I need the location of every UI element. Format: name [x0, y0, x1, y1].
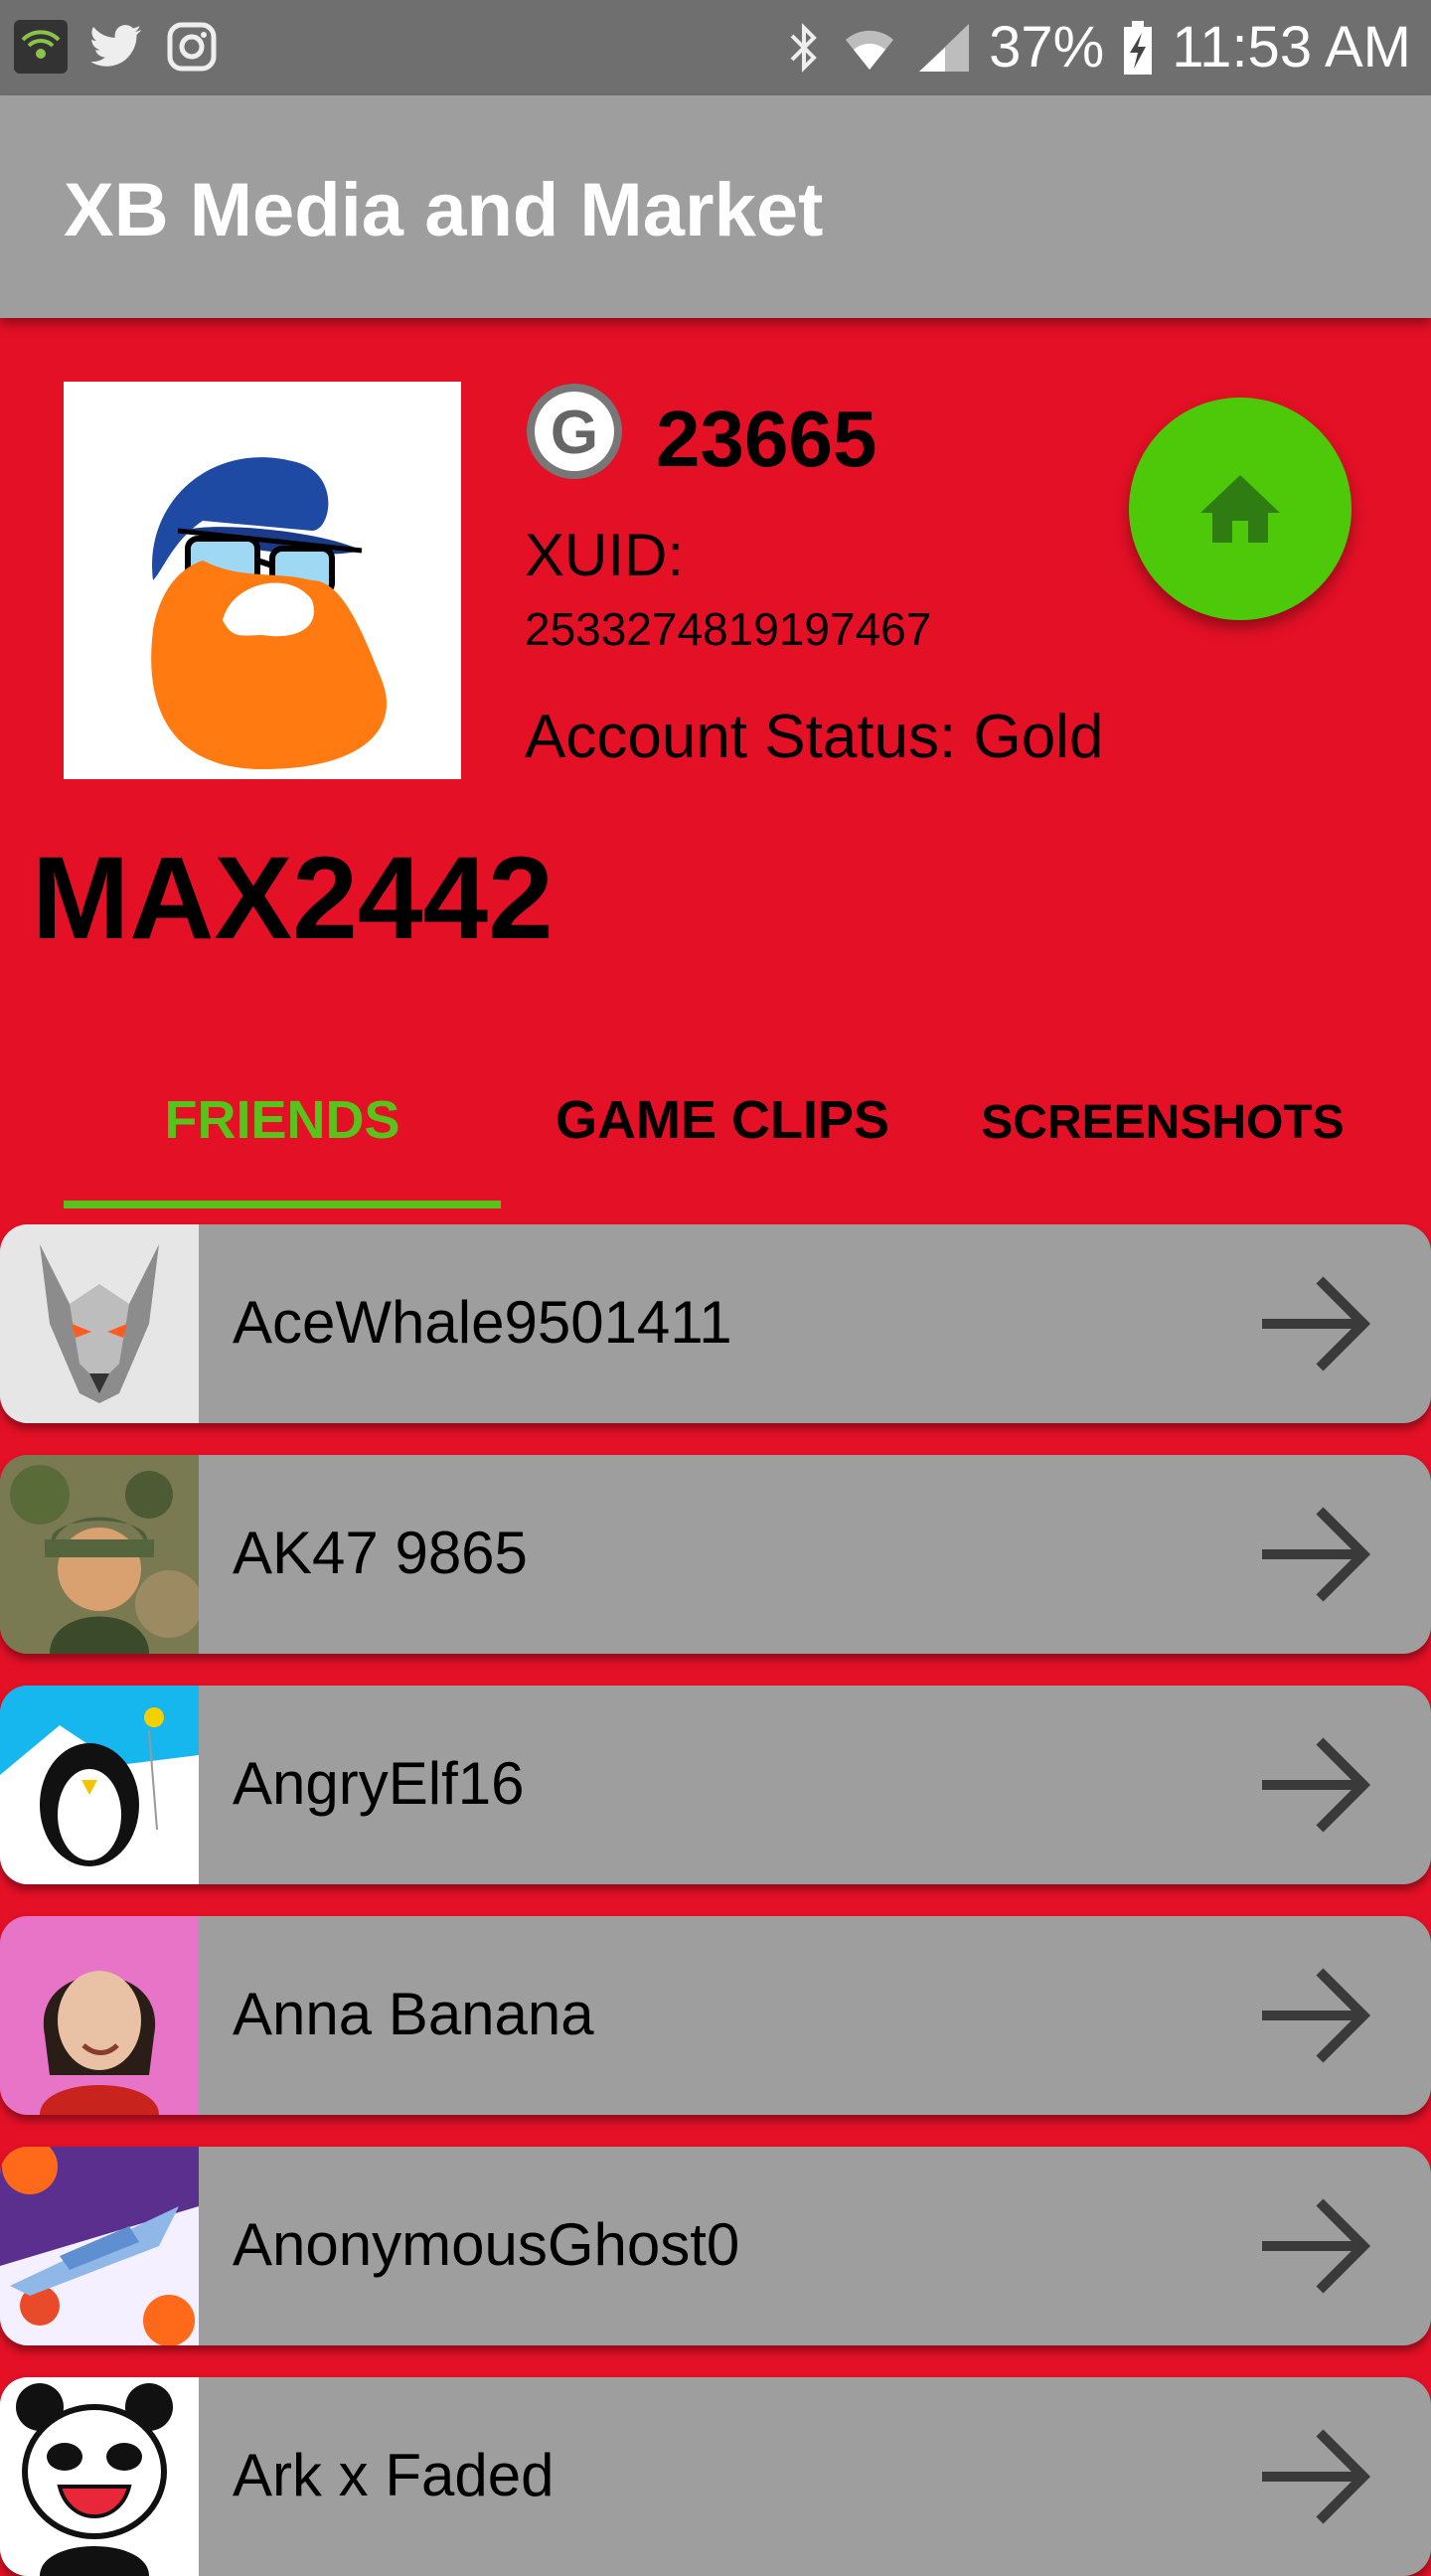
- friend-row[interactable]: Ark x Faded: [0, 2377, 1431, 2576]
- arrow-right-icon: [1262, 1737, 1371, 1833]
- friend-avatar: [0, 2377, 199, 2576]
- arrow-right-icon: [1262, 2429, 1371, 2524]
- friend-avatar: [0, 1686, 199, 1884]
- twitter-icon: [87, 18, 145, 76]
- arrow-right-icon: [1262, 1276, 1371, 1371]
- tab-indicator: [64, 1201, 501, 1208]
- app-title: XB Media and Market: [64, 168, 824, 252]
- arrow-right-icon: [1262, 1507, 1371, 1602]
- gamerscore-icon: G: [525, 382, 624, 481]
- friend-row[interactable]: AnonymousGhost0: [0, 2147, 1431, 2345]
- friend-name: AnonymousGhost0: [233, 2211, 740, 2278]
- bluetooth-icon: [790, 22, 817, 73]
- friend-avatar: [0, 2147, 199, 2345]
- friend-avatar: [0, 1455, 203, 1654]
- battery-percentage: 37%: [989, 15, 1105, 80]
- status-bar: 37% 11:53 AM: [0, 0, 1431, 95]
- tab-bar: FRIENDS GAME CLIPS SCREENSHOTS: [0, 1053, 1431, 1212]
- home-button[interactable]: [1129, 398, 1352, 620]
- status-bar-left: [12, 18, 221, 76]
- arrow-right-icon: [1262, 1968, 1371, 2063]
- gamertag: MAX2442: [32, 833, 554, 964]
- friend-name: AngryElf16: [233, 1750, 525, 1817]
- tab-game-clips[interactable]: GAME CLIPS: [501, 1089, 944, 1151]
- instagram-icon: [163, 18, 221, 76]
- arrow-right-icon: [1262, 2198, 1371, 2294]
- gamerscore-value: 23665: [656, 395, 877, 483]
- signal-icon: [919, 23, 970, 72]
- friend-row[interactable]: AngryElf16: [0, 1686, 1431, 1884]
- wifi-icon: [846, 30, 894, 70]
- friend-avatar: [0, 1916, 199, 2115]
- tab-screenshots[interactable]: SCREENSHOTS: [944, 1095, 1381, 1150]
- app-bar: XB Media and Market: [0, 95, 1431, 318]
- friend-row[interactable]: AceWhale9501411: [0, 1224, 1431, 1423]
- friend-name: Ark x Faded: [233, 2442, 555, 2508]
- friend-avatar: [0, 1224, 199, 1423]
- profile-avatar: [64, 382, 461, 779]
- friend-name: AK47 9865: [233, 1520, 528, 1586]
- home-icon: [1200, 475, 1280, 543]
- friend-row[interactable]: Anna Banana: [0, 1916, 1431, 2115]
- xuid-label: XUID:: [525, 522, 685, 588]
- wifi-app-icon: [12, 18, 70, 76]
- xuid-value: 2533274819197467: [525, 603, 932, 655]
- clock: 11:53 AM: [1172, 15, 1411, 80]
- friend-name: Anna Banana: [233, 1981, 594, 2047]
- friend-row[interactable]: AK47 9865: [0, 1455, 1431, 1654]
- battery-charging-icon: [1124, 20, 1153, 75]
- account-status: Account Status: Gold: [525, 703, 1104, 771]
- gamerscore-badge-letter: G: [551, 399, 598, 467]
- status-bar-right: 37% 11:53 AM: [786, 14, 1411, 80]
- tab-friends[interactable]: FRIENDS: [64, 1089, 501, 1151]
- friend-name: AceWhale9501411: [233, 1289, 732, 1356]
